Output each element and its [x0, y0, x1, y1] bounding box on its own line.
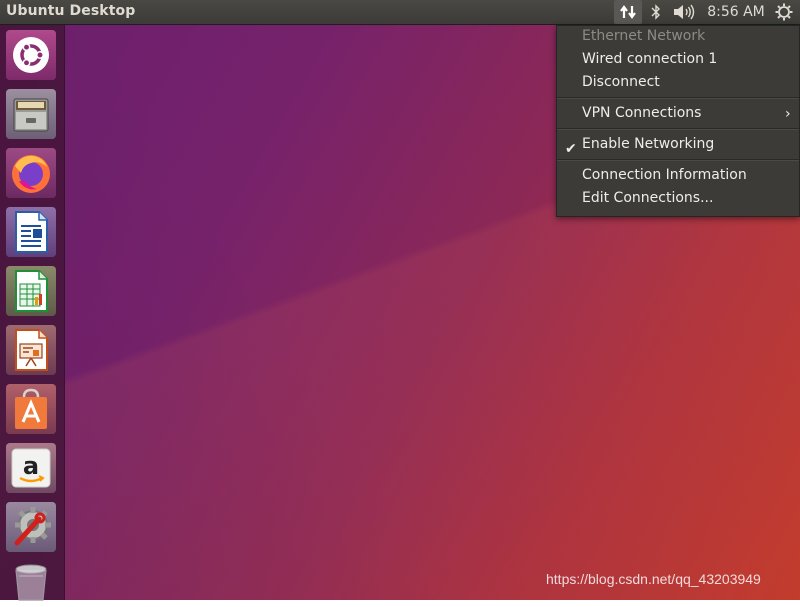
svg-text:a: a	[23, 452, 39, 480]
system-menu-indicator[interactable]	[772, 0, 796, 24]
menu-item-enable-networking[interactable]: Enable Networking	[582, 134, 714, 154]
launcher-libreoffice-impress[interactable]	[6, 325, 56, 375]
speaker-icon	[674, 4, 695, 20]
firefox-icon	[12, 155, 50, 193]
menu-item-disconnect[interactable]: Disconnect	[582, 72, 660, 92]
menu-separator	[557, 97, 799, 99]
launcher-system-settings[interactable]	[6, 502, 56, 552]
launcher: a	[0, 25, 65, 601]
writer-icon	[15, 211, 48, 253]
launcher-libreoffice-calc[interactable]	[6, 266, 56, 316]
menu-item-connection-information[interactable]: Connection Information	[582, 165, 747, 185]
menu-separator	[557, 128, 799, 130]
network-menu: Ethernet Network Wired connection 1 Disc…	[556, 25, 800, 217]
launcher-ubuntu-software[interactable]	[6, 384, 56, 434]
menu-item-vpn-connections[interactable]: VPN Connections	[582, 103, 701, 123]
menu-item-edit-connections[interactable]: Edit Connections...	[582, 188, 713, 208]
settings-wrench-icon	[14, 507, 51, 546]
software-bag-icon	[15, 388, 47, 429]
amazon-icon: a	[11, 448, 51, 488]
sound-indicator[interactable]	[670, 0, 698, 24]
file-cabinet-icon	[13, 98, 49, 132]
launcher-firefox[interactable]	[6, 148, 56, 198]
launcher-files[interactable]	[6, 89, 56, 139]
top-panel: Ubuntu Desktop 8:56 AM	[0, 0, 800, 25]
launcher-libreoffice-writer[interactable]	[6, 207, 56, 257]
checkmark-icon: ✔	[565, 141, 577, 157]
power-gear-icon	[775, 3, 793, 21]
chevron-right-icon: ›	[785, 106, 791, 122]
menu-header-ethernet-network: Ethernet Network	[582, 28, 706, 44]
network-indicator[interactable]	[614, 0, 642, 24]
ubuntu-logo-icon	[13, 37, 49, 73]
menu-item-wired-connection[interactable]: Wired connection 1	[582, 49, 717, 69]
launcher-ubuntu-dash[interactable]	[6, 30, 56, 80]
watermark-url: https://blog.csdn.net/qq_43203949	[546, 571, 761, 587]
bluetooth-indicator[interactable]	[646, 0, 666, 24]
menu-separator	[557, 159, 799, 161]
network-updown-icon	[620, 5, 636, 19]
calc-icon	[15, 270, 48, 312]
launcher-amazon[interactable]: a	[6, 443, 56, 493]
bluetooth-icon	[651, 4, 660, 20]
clock[interactable]: 8:56 AM	[704, 0, 768, 24]
impress-icon	[15, 329, 48, 371]
window-title: Ubuntu Desktop	[6, 3, 136, 19]
trash-icon	[15, 564, 47, 601]
